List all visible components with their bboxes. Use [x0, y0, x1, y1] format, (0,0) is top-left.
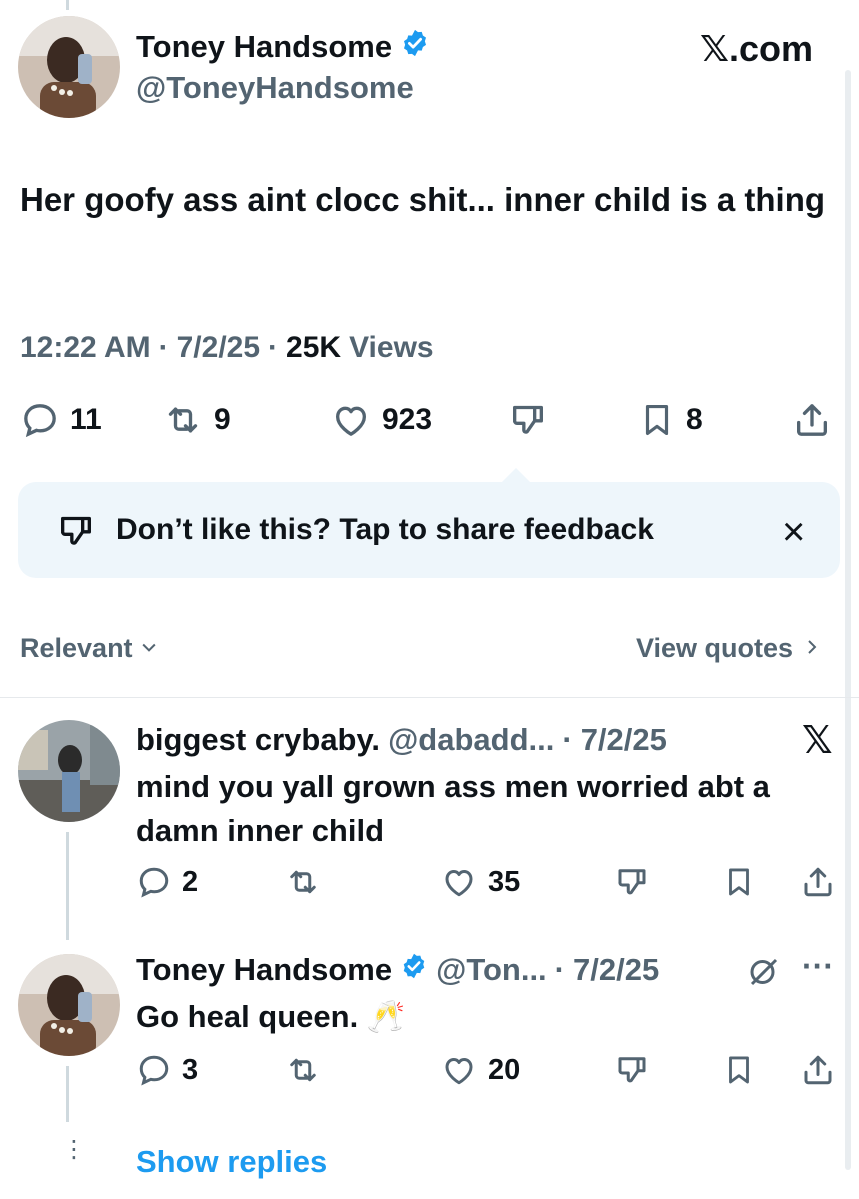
site-brand: 𝕏.com [700, 28, 814, 69]
reply-date[interactable]: 7/2/25 [581, 722, 667, 758]
reply-text: Go heal queen. 🥂 [136, 999, 406, 1034]
feedback-close-icon[interactable]: × [782, 510, 805, 555]
more-options-icon[interactable]: ··· [802, 948, 834, 985]
bookmark-icon [722, 1052, 756, 1088]
reply-count: 11 [70, 403, 102, 436]
reply-header: biggest crybaby. @dabadd... · 7/2/25 [136, 722, 667, 758]
author-handle[interactable]: @ToneyHandsome [136, 70, 414, 106]
reply-handle[interactable]: @dabadd... [388, 722, 554, 758]
share-icon [800, 864, 836, 900]
meta-sep: · [554, 952, 565, 987]
chevron-right-icon [803, 633, 821, 664]
author-avatar[interactable] [18, 16, 120, 118]
like-button[interactable]: 923 [330, 400, 432, 440]
reply-text-line: damn inner child [136, 813, 385, 848]
reply-text-line: mind you yall grown ass men worried abt … [136, 769, 770, 804]
post-date[interactable]: 7/2/25 [177, 331, 260, 365]
reply-author-name[interactable]: biggest crybaby. [136, 722, 380, 758]
repost-button[interactable] [284, 864, 322, 900]
reply-handle[interactable]: @Ton... [436, 952, 547, 988]
verified-badge-icon [400, 28, 430, 66]
scrollbar[interactable] [845, 70, 851, 1170]
x-logo-icon: 𝕏 [802, 720, 833, 762]
thread-line [66, 1066, 69, 1122]
reply-avatar[interactable] [18, 954, 120, 1056]
divider [0, 697, 859, 698]
reply-icon [136, 1052, 172, 1088]
reply-count: 2 [182, 865, 199, 898]
like-button[interactable]: 20 [440, 1052, 520, 1088]
repost-count: 9 [214, 403, 231, 436]
chevron-down-icon [139, 633, 159, 664]
thread-line [66, 832, 69, 940]
bookmark-button[interactable] [722, 1052, 756, 1088]
sort-dropdown[interactable]: Relevant [20, 633, 159, 664]
share-icon [792, 400, 832, 440]
share-button[interactable] [800, 864, 836, 900]
reply-header: Toney Handsome @Ton... · 7/2/25 [136, 952, 659, 988]
views-label: Views [349, 331, 434, 364]
feedback-text[interactable]: Don’t like this? Tap to share feedback [116, 513, 654, 547]
downvote-button[interactable] [612, 864, 652, 900]
bookmark-icon [638, 400, 676, 440]
reply-button[interactable]: 2 [136, 864, 198, 900]
heart-icon [440, 1052, 478, 1088]
heart-icon [330, 400, 372, 440]
view-quotes-link[interactable]: View quotes [636, 633, 821, 664]
sort-label: Relevant [20, 633, 133, 663]
reply-count: 3 [182, 1053, 199, 1086]
reply-author-name[interactable]: Toney Handsome [136, 952, 392, 988]
like-count: 20 [488, 1053, 521, 1086]
author-name[interactable]: Toney Handsome [136, 29, 392, 65]
meta-sep: · [268, 331, 279, 364]
reply-avatar[interactable] [18, 720, 120, 822]
repost-button[interactable]: 9 [162, 400, 231, 440]
view-quotes-label: View quotes [636, 633, 794, 663]
downvote-button[interactable] [506, 400, 550, 440]
heart-icon [440, 864, 478, 900]
bookmark-count: 8 [686, 403, 703, 436]
repost-button[interactable] [284, 1052, 322, 1088]
thumbs-down-icon [612, 1052, 652, 1088]
like-count: 35 [488, 865, 521, 898]
downvote-button[interactable] [612, 1052, 652, 1088]
show-replies-link[interactable]: Show replies [136, 1144, 327, 1180]
meta-sep: · [562, 722, 573, 757]
reply-icon [20, 400, 60, 440]
feedback-thumbs-down-icon [54, 511, 98, 556]
post-time[interactable]: 12:22 AM [20, 331, 151, 365]
post-meta: 12:22 AM · 7/2/25 · 25K Views [20, 331, 434, 365]
reply-text: mind you yall grown ass men worried abt … [136, 765, 770, 853]
bookmark-icon [722, 864, 756, 900]
grok-icon[interactable] [746, 954, 782, 995]
bookmark-button[interactable] [722, 864, 756, 900]
bookmark-button[interactable]: 8 [638, 400, 703, 440]
more-replies-dots-icon: ⋮ [62, 1136, 86, 1163]
repost-icon [284, 864, 322, 900]
feedback-pointer [500, 468, 532, 484]
share-button[interactable] [800, 1052, 836, 1088]
share-icon [800, 1052, 836, 1088]
thumbs-down-icon [506, 400, 550, 440]
thread-top-line [66, 0, 69, 10]
like-button[interactable]: 35 [440, 864, 520, 900]
post-text: Her goofy ass aint clocc shit... inner c… [20, 181, 826, 218]
thumbs-down-icon [612, 864, 652, 900]
share-button[interactable] [792, 400, 832, 440]
reply-button[interactable]: 3 [136, 1052, 198, 1088]
verified-badge-icon [400, 952, 428, 988]
author-name-row: Toney Handsome [136, 28, 430, 66]
repost-icon [284, 1052, 322, 1088]
like-count: 923 [382, 403, 433, 436]
repost-icon [162, 400, 204, 440]
reply-icon [136, 864, 172, 900]
reply-date[interactable]: 7/2/25 [573, 952, 659, 988]
views-count: 25K [286, 331, 342, 364]
meta-sep: · [158, 331, 169, 364]
reply-button[interactable]: 11 [20, 400, 102, 440]
